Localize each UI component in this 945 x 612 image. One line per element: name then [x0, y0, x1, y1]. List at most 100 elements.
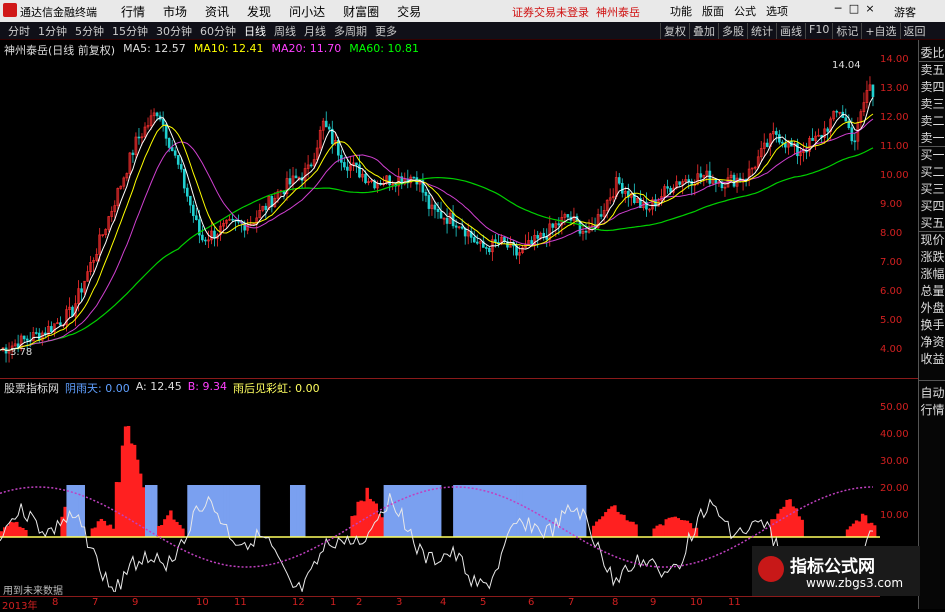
menu-item-wealth[interactable]: 财富圈	[334, 3, 388, 20]
guest-label[interactable]: 游客	[894, 4, 916, 20]
side-item[interactable]: 净资	[920, 335, 945, 349]
menu-item-trade[interactable]: 交易	[388, 3, 430, 20]
side-panel: 委比卖五卖四卖三卖二卖一买一买二买三买四买五现价涨跌涨幅总量外盘换手净资收益自动…	[918, 40, 945, 609]
tab-monthly[interactable]: 月线	[300, 23, 330, 39]
tab-weekly[interactable]: 周线	[270, 23, 300, 39]
blue-bar	[299, 485, 303, 537]
side-item[interactable]: 买一	[920, 148, 945, 162]
menu-item-function[interactable]: 功能	[665, 3, 697, 19]
menu-item-quotes[interactable]: 行情	[112, 3, 154, 20]
candle-body	[427, 195, 431, 209]
mark-button[interactable]: 标记	[832, 23, 861, 39]
red-bar	[120, 445, 125, 537]
overlay-button[interactable]: 叠加	[689, 23, 718, 39]
blue-bar	[495, 485, 499, 537]
blue-bar	[247, 485, 252, 537]
stats-button[interactable]: 统计	[747, 23, 776, 39]
tab-15min[interactable]: 15分钟	[108, 23, 152, 39]
current-stock-text: 神州泰岳	[596, 6, 640, 19]
maximize-icon[interactable]: □	[846, 2, 862, 18]
side-bottom-item[interactable]: 行情	[920, 403, 945, 417]
red-bar	[676, 518, 681, 537]
candle-body	[155, 112, 159, 117]
blue-bar	[389, 485, 394, 537]
tab-60min[interactable]: 60分钟	[196, 23, 240, 39]
blue-bar	[513, 485, 517, 537]
red-bar	[117, 482, 122, 537]
candle-body	[364, 173, 367, 184]
indicator-chart[interactable]	[0, 392, 880, 592]
menu-item-discover[interactable]: 发现	[238, 3, 280, 20]
candle-body	[460, 226, 464, 229]
side-item[interactable]: 买三	[920, 182, 945, 196]
tab-5min[interactable]: 5分钟	[71, 23, 108, 39]
blue-bar	[386, 485, 391, 537]
red-bar	[616, 511, 620, 537]
candle-body	[439, 211, 443, 219]
candle-body	[472, 237, 476, 243]
side-item[interactable]: 买二	[920, 165, 945, 179]
f10-button[interactable]: F10	[805, 23, 832, 39]
add-watchlist-button[interactable]: +自选	[861, 23, 899, 39]
red-bar	[860, 513, 865, 537]
main-y-tick: 10.00	[880, 170, 909, 181]
menu-item-formula[interactable]: 公式	[729, 3, 761, 19]
menu-item-layout[interactable]: 版面	[697, 3, 729, 19]
multi-stock-button[interactable]: 多股	[718, 23, 747, 39]
side-item[interactable]: 换手	[920, 318, 945, 332]
main-menu: 行情 市场 资讯 发现 问小达 财富圈 交易	[112, 3, 430, 20]
blue-bar	[534, 485, 539, 537]
side-item[interactable]: 卖一	[920, 131, 945, 145]
side-item[interactable]: 买五	[920, 216, 945, 230]
side-item[interactable]: 涨跌	[920, 250, 945, 264]
red-bar	[661, 525, 665, 537]
login-status-text: 证券交易未登录	[512, 6, 589, 19]
candlestick-chart[interactable]: 14.04 3.78	[0, 40, 880, 378]
tab-intraday[interactable]: 分时	[4, 23, 34, 39]
side-item[interactable]: 外盘	[920, 301, 945, 315]
tab-1min[interactable]: 1分钟	[34, 23, 71, 39]
close-icon[interactable]: ×	[862, 2, 878, 18]
blue-bar	[468, 485, 472, 537]
red-bar	[673, 516, 678, 537]
blue-bar	[256, 485, 261, 537]
side-item[interactable]: 现价	[920, 233, 945, 247]
minimize-icon[interactable]: ─	[830, 2, 846, 18]
tab-more[interactable]: 更多	[371, 23, 401, 39]
login-notice[interactable]: 证券交易未登录 神州泰岳	[512, 4, 640, 20]
side-bottom-item[interactable]: 自动	[920, 386, 945, 400]
side-item[interactable]: 涨幅	[920, 267, 945, 281]
price-min-label: 3.78	[10, 347, 32, 358]
x-tick: 7	[92, 597, 99, 608]
candle-body	[678, 181, 681, 185]
app-logo-icon	[3, 3, 17, 17]
side-item[interactable]: 总量	[920, 284, 945, 298]
draw-line-button[interactable]: 画线	[776, 23, 805, 39]
candle-body	[412, 176, 416, 179]
menu-item-market[interactable]: 市场	[154, 3, 196, 20]
side-item[interactable]: 委比	[920, 46, 945, 60]
side-item[interactable]: 卖四	[920, 80, 945, 94]
tab-30min[interactable]: 30分钟	[152, 23, 196, 39]
x-tick: 9	[132, 597, 139, 608]
tab-multi-period[interactable]: 多周期	[330, 23, 371, 39]
side-item[interactable]: 卖三	[920, 97, 945, 111]
tab-daily[interactable]: 日线	[240, 23, 270, 39]
menu-item-options[interactable]: 选项	[761, 3, 793, 19]
main-y-tick: 4.00	[880, 344, 903, 355]
side-item[interactable]: 买四	[920, 199, 945, 213]
adjust-button[interactable]: 复权	[660, 23, 689, 39]
side-item[interactable]: 卖五	[920, 63, 945, 77]
back-button[interactable]: 返回	[899, 23, 929, 39]
side-item[interactable]: 卖二	[920, 114, 945, 128]
blue-bar	[302, 485, 306, 537]
menu-item-ask[interactable]: 问小达	[280, 3, 334, 20]
menu-item-news[interactable]: 资讯	[196, 3, 238, 20]
x-tick: 11	[728, 597, 741, 608]
side-separator	[919, 380, 945, 381]
blue-bar	[205, 485, 209, 537]
side-item[interactable]: 收益	[920, 352, 945, 366]
x-tick: 10	[690, 597, 703, 608]
blue-bar	[293, 485, 297, 537]
blue-bar	[214, 485, 218, 537]
